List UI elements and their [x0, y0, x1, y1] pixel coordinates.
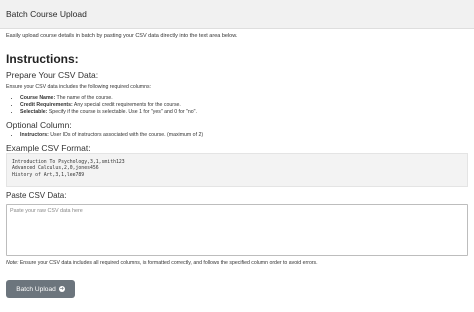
list-item: Selectable: Specify if the course is sel… [20, 109, 197, 116]
prepare-heading: Prepare Your CSV Data: [6, 70, 99, 80]
arrow-circle-right-icon: ➜ [58, 286, 65, 292]
column-term: Instructors: [20, 132, 49, 138]
list-item: Credit Requirements: Any special credit … [20, 102, 197, 109]
column-desc: Specify if the course is selectable. Use… [47, 109, 197, 115]
code-line: History of Art,3,1,lee789 [12, 172, 85, 178]
intro-text: Easily upload course details in batch by… [6, 33, 238, 39]
page-header: Batch Course Upload [0, 0, 474, 29]
list-item: Instructors: User IDs of instructors ass… [20, 132, 203, 139]
optional-heading: Optional Column: [6, 120, 72, 130]
note-label: Note: [6, 260, 19, 266]
column-term: Selectable: [20, 109, 48, 115]
paste-heading: Paste CSV Data: [6, 191, 67, 200]
batch-upload-button[interactable]: Batch Upload ➜ [6, 280, 75, 298]
list-item: Course Name: The name of the course. [20, 95, 197, 102]
csv-data-textarea[interactable] [6, 204, 468, 256]
column-term: Credit Requirements: [20, 102, 73, 108]
required-columns-list: Course Name: The name of the course. Cre… [10, 95, 197, 116]
note-text: Note: Ensure your CSV data includes all … [6, 260, 318, 266]
note-body: Ensure your CSV data includes all requir… [18, 260, 318, 266]
example-heading: Example CSV Format: [6, 143, 91, 153]
column-desc: The name of the course. [55, 95, 113, 101]
page-title: Batch Course Upload [6, 9, 87, 19]
column-desc: User IDs of instructors associated with … [48, 132, 204, 138]
ensure-text: Ensure your CSV data includes the follow… [6, 84, 152, 90]
column-term: Course Name: [20, 95, 56, 101]
instructions-heading: Instructions: [6, 52, 79, 66]
batch-upload-label: Batch Upload [16, 285, 56, 293]
example-code-block: Introduction To Psychology,3,1,smith123 … [6, 153, 468, 187]
column-desc: Any special credit requirements for the … [72, 102, 181, 108]
optional-columns-list: Instructors: User IDs of instructors ass… [10, 132, 203, 139]
